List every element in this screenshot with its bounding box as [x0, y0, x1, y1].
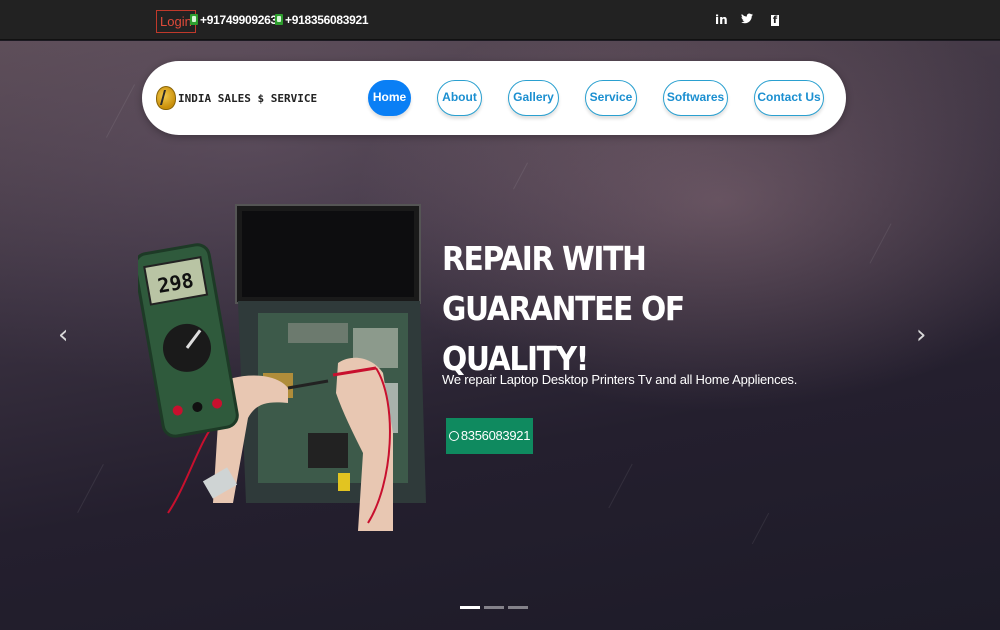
chip-heatsink	[288, 323, 348, 343]
nav-contact-us[interactable]: Contact Us	[754, 80, 824, 116]
carousel-indicator-3[interactable]	[508, 606, 528, 609]
multimeter: 298	[138, 243, 239, 438]
phone-link-2[interactable]: +918356083921	[275, 12, 369, 28]
laptop-screen-glass	[242, 211, 414, 297]
carousel-indicator-2[interactable]	[484, 606, 504, 609]
phone-number-1: +917499092630	[200, 13, 284, 27]
nav-about[interactable]: About	[437, 80, 482, 116]
main-navbar: INDIA SALES $ SERVICE Home About Gallery…	[142, 61, 846, 135]
nav-home[interactable]: Home	[368, 80, 411, 116]
whatsapp-button[interactable]: 8356083921	[446, 418, 533, 454]
phone-icon	[190, 14, 198, 25]
top-bar: Login +917499092630 +918356083921 in f	[0, 0, 1000, 40]
carousel-indicators	[460, 606, 528, 609]
cpu-chip	[308, 433, 348, 468]
phone-link-1[interactable]: +917499092630	[190, 12, 284, 28]
nav-softwares[interactable]: Softwares	[663, 80, 728, 116]
twitter-bird-icon	[741, 13, 753, 24]
whatsapp-number: 8356083921	[460, 428, 531, 443]
rain-streak	[77, 463, 104, 514]
carousel-prev-arrow[interactable]: ‹	[58, 320, 68, 350]
brand-logo-link[interactable]: INDIA SALES $ SERVICE	[156, 85, 317, 111]
rain-streak	[105, 84, 136, 138]
yellow-connector	[338, 473, 350, 491]
linkedin-icon[interactable]: in	[715, 13, 728, 27]
laptop-repair-illustration: 298	[138, 204, 426, 531]
carousel-next-arrow[interactable]: ›	[916, 320, 926, 350]
nav-service[interactable]: Service	[585, 80, 637, 116]
phone-number-2: +918356083921	[285, 13, 369, 27]
hero-subline: We repair Laptop Desktop Printers Tv and…	[442, 372, 798, 387]
rain-streak	[608, 463, 633, 509]
rain-streak	[751, 512, 770, 545]
carousel-indicator-1[interactable]	[460, 606, 480, 609]
twitter-icon[interactable]	[741, 13, 753, 28]
rain-streak	[513, 162, 528, 190]
nav-gallery[interactable]: Gallery	[508, 80, 559, 116]
whatsapp-icon	[448, 431, 459, 441]
phone-icon	[275, 14, 283, 25]
rain-streak	[869, 223, 892, 264]
shield-logo-icon	[156, 86, 176, 110]
brand-name: INDIA SALES $ SERVICE	[178, 91, 318, 105]
hero-headline: REPAIR WITH GUARANTEE OF QUALITY!	[442, 239, 685, 378]
facebook-icon[interactable]: f	[771, 15, 779, 26]
